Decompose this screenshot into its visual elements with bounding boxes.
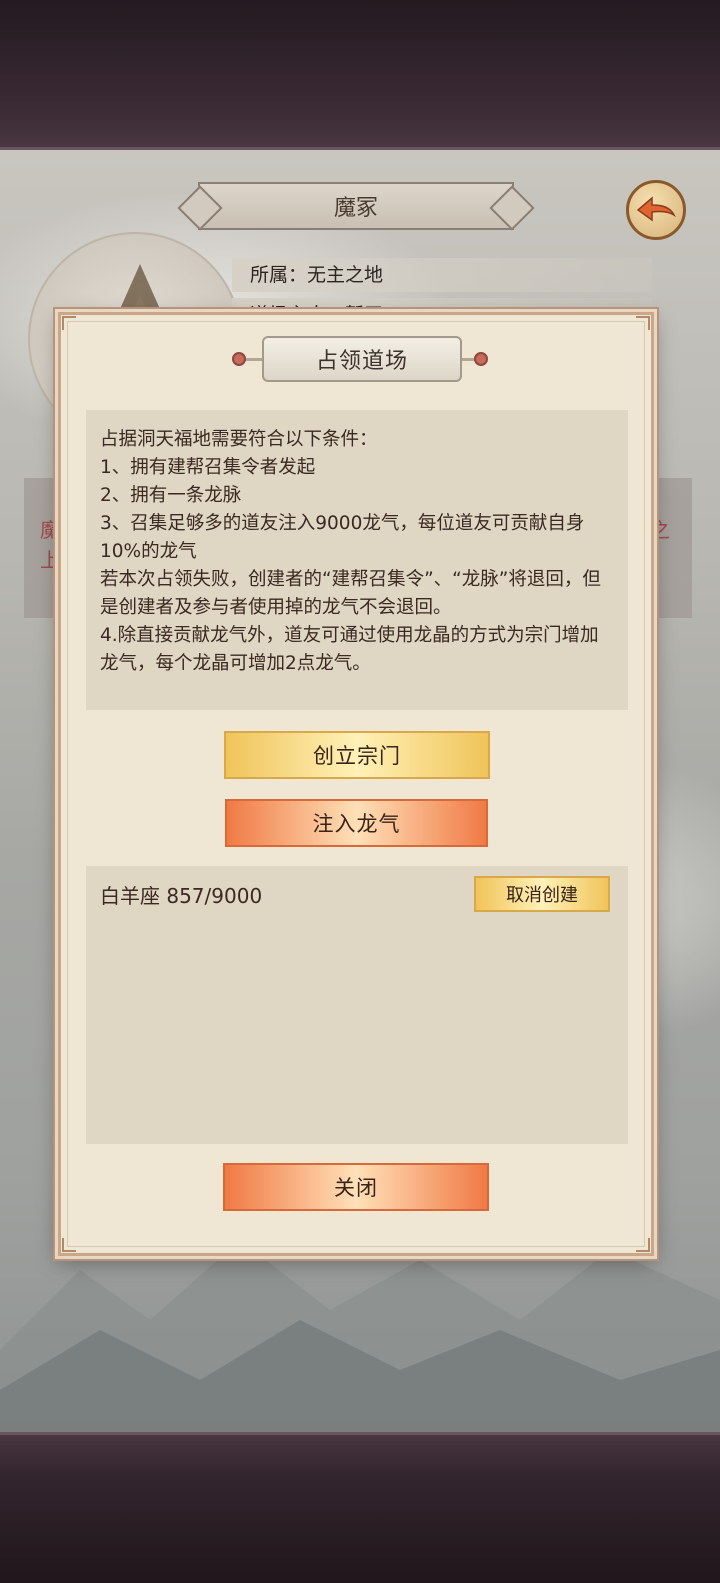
- progress-entry: 白羊座 857/9000: [100, 884, 263, 908]
- dialog-title: 占领道场: [315, 349, 408, 374]
- cancel-create-button[interactable]: 取消创建: [474, 876, 610, 912]
- close-label: 关闭: [334, 1176, 378, 1200]
- bottom-banner-edge: [0, 1432, 720, 1435]
- dialog-corner: [62, 1238, 76, 1252]
- rules-box: 占据洞天福地需要符合以下条件： 1、拥有建帮召集令者发起 2、拥有一条龙脉 3、…: [86, 410, 628, 710]
- location-title: 魔冢: [333, 196, 378, 221]
- create-sect-label: 创立宗门: [313, 744, 401, 768]
- inject-qi-button[interactable]: 注入龙气: [225, 799, 488, 847]
- rule-line: 若本次占领失败，创建者的“建帮召集令”、“龙脉”将退回，但是创建者及参与者使用掉…: [100, 569, 601, 618]
- rule-line: 3、召集足够多的道友注入9000龙气，每位道友可贡献自身10%的龙气: [100, 513, 585, 562]
- close-button[interactable]: 关闭: [223, 1163, 489, 1211]
- cancel-create-label: 取消创建: [506, 885, 578, 906]
- rule-line: 占据洞天福地需要符合以下条件：: [100, 429, 378, 450]
- title-knob: [232, 352, 246, 366]
- rule-line: 1、拥有建帮召集令者发起: [100, 457, 316, 478]
- background-text: 魔: [40, 518, 60, 542]
- inject-qi-label: 注入龙气: [312, 812, 401, 836]
- dialog-title-plate: 占领道场: [262, 336, 462, 382]
- back-arrow-icon: [636, 196, 676, 222]
- dialog-corner: [636, 1238, 650, 1252]
- title-knob: [474, 352, 488, 366]
- rule-line: 4.除直接贡献龙气外，道友可通过使用龙晶的方式为宗门增加龙气，每个龙晶可增加2点…: [100, 625, 599, 674]
- dialog-corner: [62, 316, 76, 330]
- back-button[interactable]: [626, 180, 686, 240]
- bottom-banner: [0, 1432, 720, 1583]
- affiliation-text: 所属：无主之地: [250, 264, 384, 286]
- rule-line: 2、拥有一条龙脉: [100, 485, 242, 506]
- dialog-corner: [636, 316, 650, 330]
- top-banner: [0, 0, 720, 150]
- affiliation-row: 所属：无主之地: [232, 258, 652, 292]
- create-sect-button[interactable]: 创立宗门: [224, 731, 490, 779]
- location-title-plate: 魔冢: [198, 182, 514, 230]
- background-text: 上: [40, 548, 60, 572]
